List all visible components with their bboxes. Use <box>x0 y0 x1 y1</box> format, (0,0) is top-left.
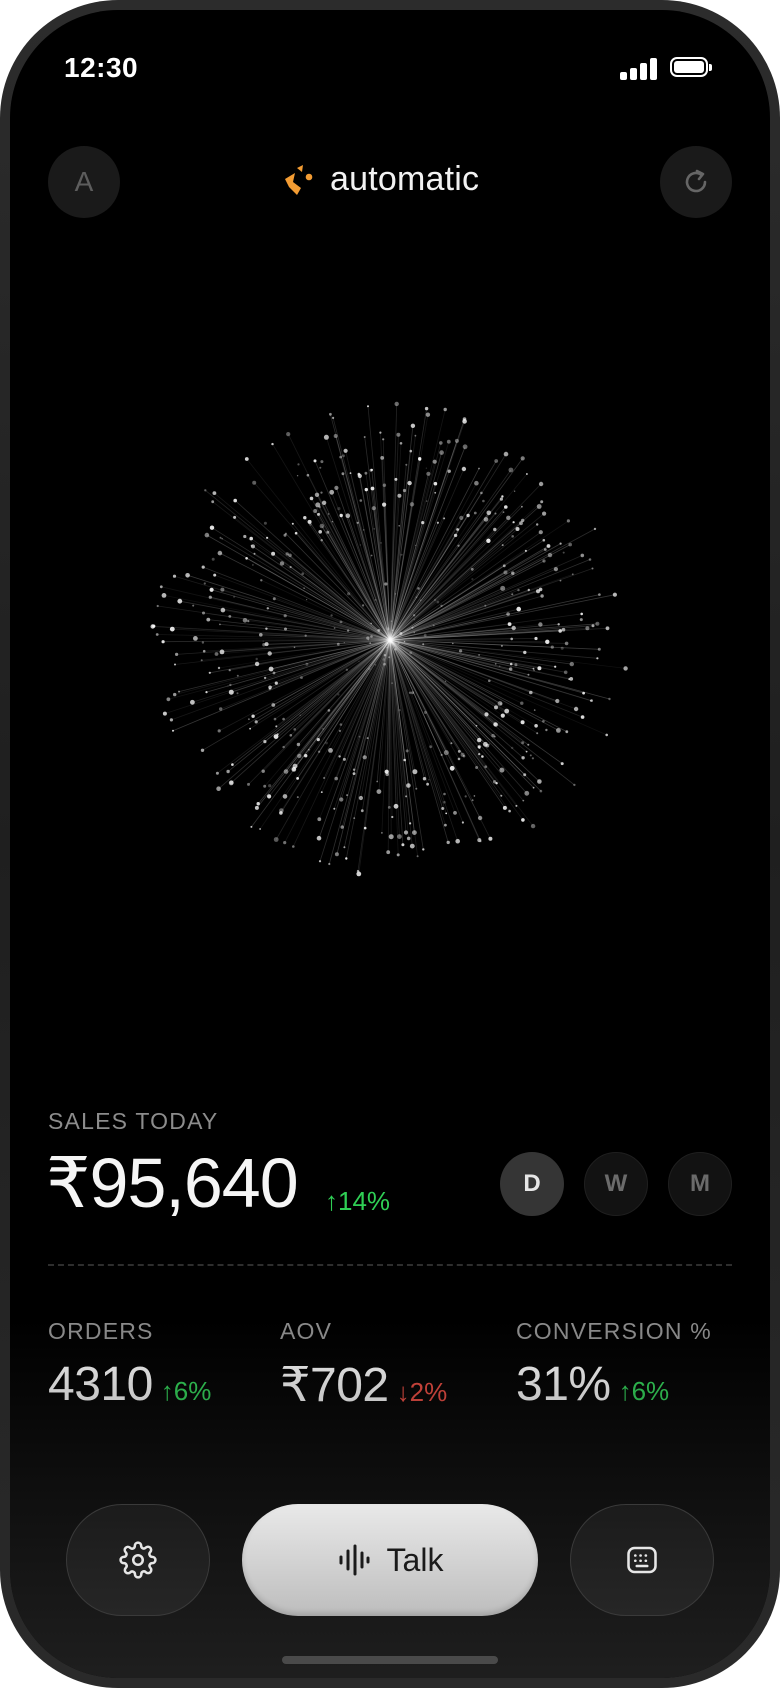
metric-change: ↓2% <box>396 1377 448 1407</box>
metric-change: ↑6% <box>618 1376 670 1406</box>
metric-change: ↑6% <box>160 1376 212 1406</box>
keyboard-icon <box>627 1546 657 1574</box>
metric-label: CONVERSION % <box>516 1318 712 1344</box>
voice-orb-visualization <box>150 401 628 877</box>
sales-label: SALES TODAY <box>48 1108 219 1134</box>
gear-icon <box>119 1541 157 1579</box>
refresh-button[interactable] <box>660 146 732 218</box>
avatar-button[interactable]: A <box>48 146 120 218</box>
battery-icon <box>670 57 712 77</box>
cellular-signal-icon <box>620 56 664 80</box>
brand-name: automatic <box>330 160 480 198</box>
metric-aov: AOV ₹702 ↓2% <box>280 1318 447 1413</box>
brand-logo-icon <box>285 164 313 195</box>
metric-value: ₹702 <box>280 1359 389 1412</box>
metric-conversion: CONVERSION % 31% ↑6% <box>516 1318 712 1412</box>
home-indicator <box>282 1656 498 1664</box>
status-time: 12:30 <box>64 52 139 83</box>
waveform-icon <box>339 1544 370 1576</box>
period-week-button[interactable]: W <box>584 1152 648 1216</box>
period-month-button[interactable]: M <box>668 1152 732 1216</box>
phone-frame: 12:30 A automatic SALES TODAY ₹95,640 ↑1… <box>0 0 780 1688</box>
app-screen: 12:30 A automatic SALES TODAY ₹95,640 ↑1… <box>10 10 770 1678</box>
metric-orders: ORDERS 4310 ↑6% <box>48 1318 211 1412</box>
metric-label: ORDERS <box>48 1318 154 1344</box>
settings-button[interactable] <box>66 1504 210 1616</box>
refresh-icon <box>685 169 707 193</box>
avatar-initial: A <box>74 166 94 197</box>
keyboard-button[interactable] <box>570 1504 714 1616</box>
metric-value: 31% <box>516 1358 611 1411</box>
divider <box>48 1264 732 1266</box>
period-day-button[interactable]: D <box>500 1152 564 1216</box>
brand: automatic <box>280 160 479 199</box>
metric-value: 4310 <box>48 1358 153 1411</box>
sales-value: ₹95,640 <box>46 1144 299 1222</box>
sales-change: ↑14% <box>325 1186 391 1216</box>
talk-label: Talk <box>386 1541 444 1578</box>
talk-button[interactable]: Talk <box>242 1504 538 1616</box>
metric-label: AOV <box>280 1318 333 1344</box>
